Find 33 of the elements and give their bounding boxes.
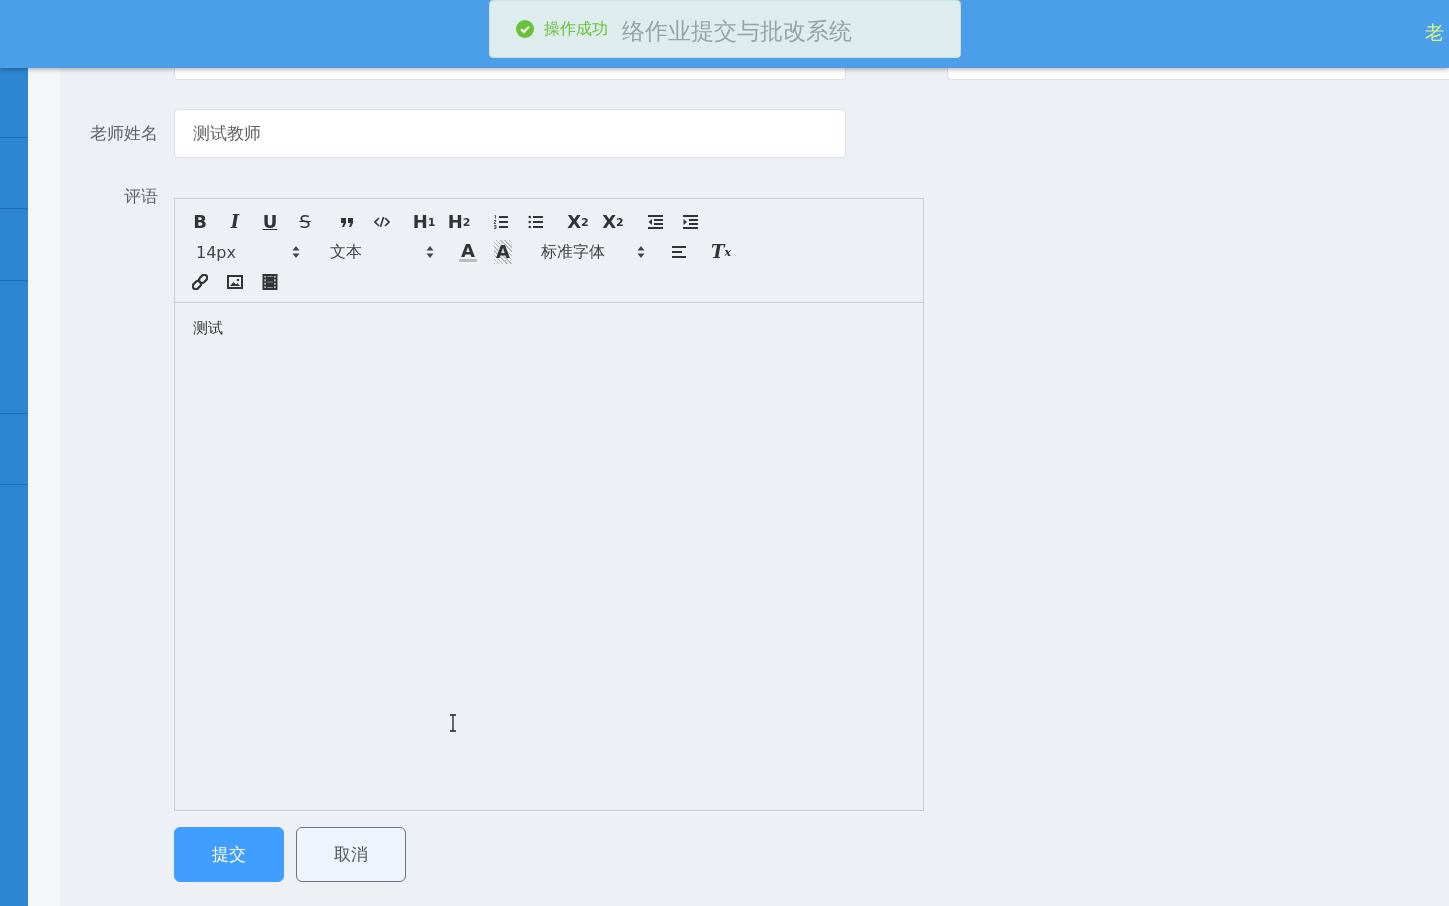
link-icon (192, 274, 208, 290)
italic-button[interactable]: I (223, 210, 247, 234)
sort-arrows-icon (292, 246, 300, 258)
toast-message: 操作成功 (544, 18, 608, 40)
input-field[interactable] (174, 68, 846, 80)
highlight-button[interactable]: A (494, 240, 512, 264)
system-title: 络作业提交与批改系统 (622, 17, 852, 46)
image-icon (227, 274, 243, 290)
editor-text: 测试 (193, 319, 224, 338)
font-color-button[interactable]: A (459, 242, 477, 262)
toolbar-select[interactable]: 标准字体 (533, 240, 649, 264)
input-field[interactable] (947, 68, 1449, 80)
cancel-button[interactable]: 取消 (296, 827, 406, 882)
bold-button[interactable]: B (188, 210, 212, 234)
field-label: 评语 (123, 185, 159, 208)
strikethrough-button[interactable]: S (293, 210, 317, 234)
field-label: 老师姓名 (89, 122, 159, 145)
sort-arrows-icon (637, 246, 645, 258)
underline-button[interactable]: U (258, 210, 282, 234)
outdent-icon (647, 214, 663, 230)
text-cursor-icon (449, 714, 457, 732)
sort-arrows-icon (426, 246, 434, 258)
input-field[interactable]: 测试教师 (174, 109, 846, 158)
check-circle-icon (516, 20, 534, 38)
film-icon (262, 274, 278, 290)
toolbar-select[interactable]: 文本 (322, 240, 438, 264)
align-left-icon (671, 244, 687, 260)
user-name: 老 (1425, 20, 1444, 45)
bullet-list-icon (528, 214, 544, 230)
code-icon (374, 214, 390, 230)
indent-icon (682, 214, 698, 230)
numbered-list-icon (493, 214, 509, 230)
toolbar-select[interactable]: 14px (188, 240, 304, 264)
